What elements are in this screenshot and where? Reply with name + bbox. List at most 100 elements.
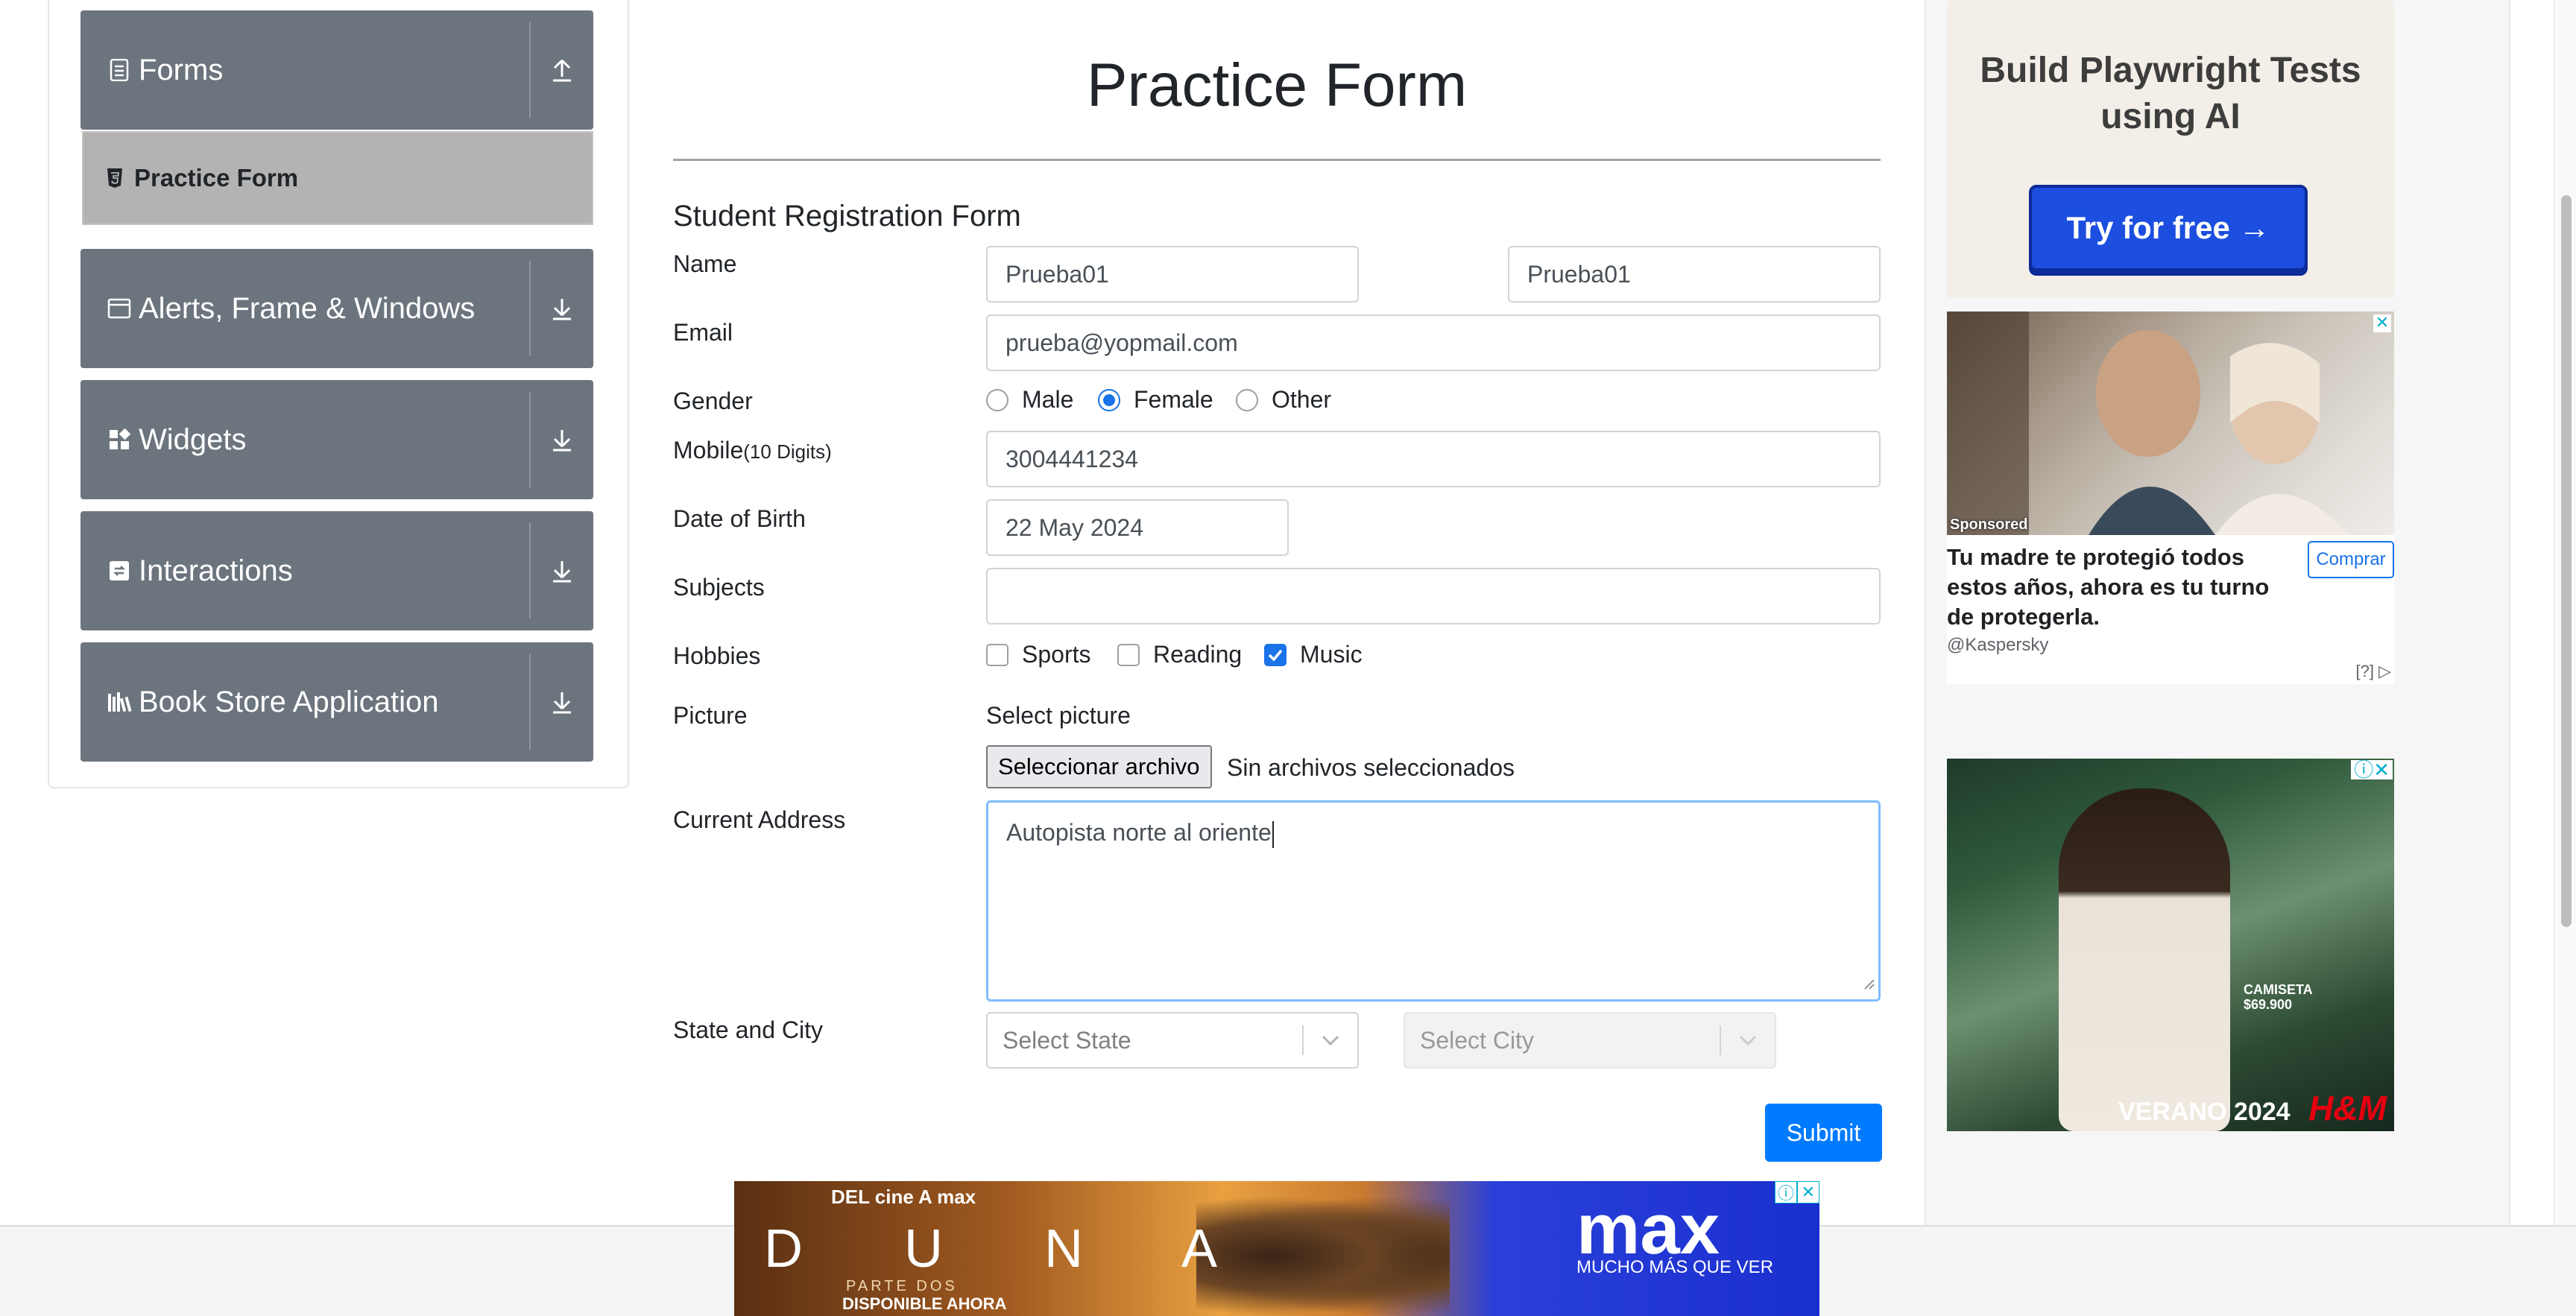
comprar-button[interactable]: Comprar [2308, 541, 2394, 578]
ad-info-text: [?] [2355, 662, 2374, 680]
gender-female-radio[interactable]: Female [1098, 386, 1213, 414]
practice-form: Practice Form Student Registration Form … [673, 0, 1957, 1316]
banner-top-text: DEL cine A max [831, 1186, 976, 1208]
date-of-birth-input[interactable]: 22 May 2024 [986, 499, 1289, 556]
expand-arrow-down-icon[interactable] [531, 380, 593, 499]
sidebar-item-practice-form[interactable]: Practice Form [82, 131, 593, 225]
ad-kaspersky[interactable]: Sponsored ✕ Tu madre te protegió todos e… [1947, 311, 2394, 684]
hobbies-label: Hobbies [673, 642, 761, 669]
gender-label: Gender [673, 387, 753, 414]
choose-file-button[interactable]: Seleccionar archivo [986, 745, 1212, 788]
scrollbar-thumb[interactable] [2561, 195, 2572, 927]
ad-model-figure [2059, 788, 2230, 1131]
checkmark-icon [1264, 643, 1287, 666]
hm-logo: H&M [2308, 1089, 2387, 1127]
ad-close-icon[interactable]: ⓘ✕ [2351, 760, 2393, 779]
checkbox-label: Sports [1022, 641, 1091, 668]
widgets-grid-icon [106, 426, 133, 453]
ad-campaign: VERANO 2024 [2118, 1098, 2291, 1126]
group-alerts-frame-windows[interactable]: Alerts, Frame & Windows [80, 249, 593, 368]
title-divider [673, 159, 1881, 161]
file-status-text: Sin archivos seleccionados [1227, 754, 1515, 781]
state-placeholder: Select State [1003, 1026, 1131, 1054]
group-title: Forms [139, 53, 224, 86]
gender-male-radio[interactable]: Male [986, 386, 1073, 414]
gender-other-radio[interactable]: Other [1236, 386, 1331, 414]
mobile-label-text: Mobile [673, 437, 744, 464]
ad-info-icon[interactable]: [?] ▷ [2356, 662, 2392, 681]
banner-slogan: MUCHO MÁS QUE VER [1576, 1257, 1774, 1277]
ad-hm[interactable]: CAMISETA $69.900 VERANO 2024 H&M ⓘ✕ [1947, 759, 2394, 1131]
form-section-title: Student Registration Form [673, 200, 1021, 232]
group-widgets[interactable]: Widgets [80, 380, 593, 499]
try-for-free-button[interactable]: Try for free → [2029, 185, 2308, 271]
group-book-store-application[interactable]: Book Store Application [80, 642, 593, 762]
banner-subtitle: PARTE DOS [846, 1278, 958, 1294]
checkbox-label: Reading [1153, 641, 1243, 668]
mobile-label: Mobile(10 Digits) [673, 437, 832, 464]
email-input[interactable]: prueba@yopmail.com [986, 314, 1881, 371]
group-title: Widgets [139, 423, 247, 456]
radio-icon [1236, 388, 1258, 411]
ad-source: @Kaspersky [1947, 635, 2049, 655]
books-icon [106, 689, 133, 715]
subjects-label: Subjects [673, 574, 765, 601]
document-icon [106, 57, 133, 83]
state-select[interactable]: Select State [986, 1012, 1359, 1069]
group-title: Book Store Application [139, 685, 439, 718]
page-title: Practice Form [1086, 51, 1468, 119]
interactions-icon [106, 557, 133, 584]
group-interactions[interactable]: Interactions [80, 511, 593, 630]
hobby-reading-checkbox[interactable]: Reading [1117, 641, 1242, 668]
sponsored-label: Sponsored [1950, 516, 2028, 533]
checkbox-icon [1117, 643, 1140, 666]
checkbox-label: Music [1300, 641, 1363, 668]
group-forms[interactable]: Forms [80, 10, 593, 130]
ad-playwright[interactable]: Build Playwright Tests using AI Try for … [1947, 0, 2394, 298]
dob-label: Date of Birth [673, 505, 806, 532]
email-label: Email [673, 319, 733, 346]
select-picture-label: Select picture [986, 702, 1131, 729]
html5-icon [106, 168, 124, 189]
ad-text: Tu madre te protegió todos estos años, a… [1947, 544, 2270, 630]
banner-availability: DISPONIBLE AHORA [842, 1294, 1007, 1313]
ad-close-icon[interactable]: ✕ [2373, 314, 2391, 332]
window-icon [106, 295, 133, 322]
first-name-input[interactable]: Prueba01 [986, 246, 1359, 303]
checkbox-icon [986, 643, 1008, 666]
state-city-label: State and City [673, 1016, 823, 1043]
radio-checked-icon [1098, 388, 1120, 411]
expand-arrow-down-icon[interactable] [531, 642, 593, 762]
expand-arrow-down-icon[interactable] [531, 511, 593, 630]
last-name-input[interactable]: Prueba01 [1508, 246, 1881, 303]
ad-headline: Build Playwright Tests using AI [1980, 51, 2361, 136]
radio-label: Female [1134, 386, 1213, 413]
ad-banner-max[interactable]: DEL cine A max D U N A PARTE DOS DISPONI… [734, 1181, 1819, 1316]
city-placeholder: Select City [1420, 1026, 1534, 1054]
expand-arrow-down-icon[interactable] [531, 249, 593, 368]
page-scrollbar[interactable] [2554, 0, 2576, 1227]
chevron-down-icon [1721, 1035, 1775, 1045]
banner-controls: ⓘ ✕ [1775, 1181, 1819, 1203]
chevron-down-icon [1304, 1035, 1357, 1045]
current-address-textarea[interactable]: Autopista norte al oriente [986, 800, 1881, 1002]
ad-info-icon[interactable]: ⓘ [1775, 1181, 1797, 1203]
resize-handle-icon[interactable] [1863, 969, 1875, 996]
sidebar-item-label: Practice Form [134, 164, 299, 192]
ad-photo: Sponsored [1947, 311, 2394, 535]
city-select[interactable]: Select City [1404, 1012, 1776, 1069]
subjects-input[interactable] [986, 568, 1881, 624]
address-label: Current Address [673, 806, 846, 833]
mobile-input[interactable]: 3004441234 [986, 431, 1881, 487]
hobby-music-checkbox[interactable]: Music [1264, 641, 1363, 668]
banner-title: D U N A [764, 1219, 1261, 1279]
ad-tag-line1: CAMISETA [2244, 982, 2313, 997]
radio-label: Male [1022, 386, 1074, 413]
hobby-sports-checkbox[interactable]: Sports [986, 641, 1090, 668]
ad-close-icon[interactable]: ✕ [1797, 1181, 1819, 1203]
group-title: Interactions [139, 554, 293, 587]
ad-product-tag: CAMISETA $69.900 [2244, 982, 2313, 1012]
submit-button[interactable]: Submit [1765, 1104, 1882, 1162]
text-cursor [1272, 820, 1274, 848]
collapse-arrow-up-icon[interactable] [531, 10, 593, 130]
